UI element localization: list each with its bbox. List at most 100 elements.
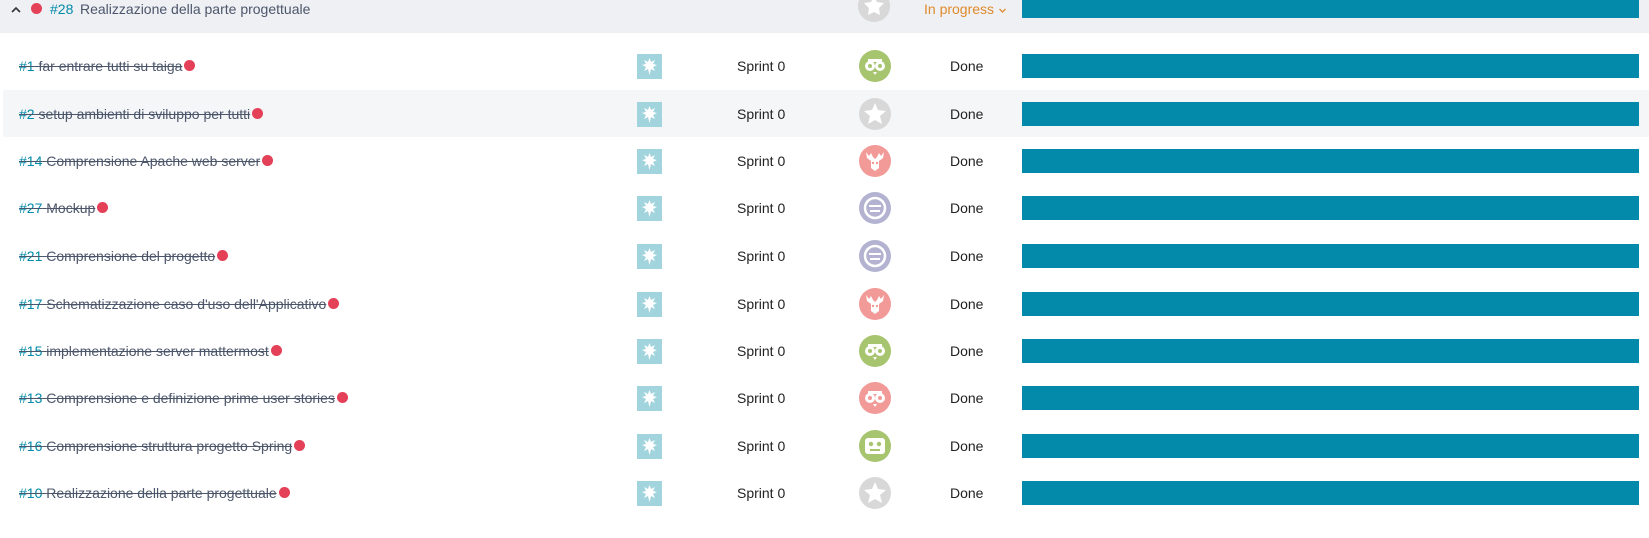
sprint-label: Sprint 0 xyxy=(737,296,786,312)
task-ref[interactable]: #10 xyxy=(19,485,42,501)
star-avatar-icon[interactable] xyxy=(859,98,891,130)
sprint-label: Sprint 0 xyxy=(737,438,786,454)
task-link[interactable]: #14 Comprensione Apache web server xyxy=(19,152,274,170)
status-label: Done xyxy=(950,58,984,74)
owl-avatar-icon[interactable] xyxy=(859,335,891,367)
status-label: Done xyxy=(950,248,984,264)
task-link[interactable]: #1 far entrare tutti su taiga xyxy=(19,57,196,75)
progress-bar xyxy=(1022,149,1639,173)
sprint-label: Sprint 0 xyxy=(737,485,786,501)
task-ref[interactable]: #21 xyxy=(19,248,42,264)
project-logo-icon xyxy=(637,339,662,364)
blocked-dot-icon xyxy=(252,107,264,119)
task-link[interactable]: #17 Schematizzazione caso d'uso dell'App… xyxy=(19,295,340,313)
task-subject[interactable]: Schematizzazione caso d'uso dell'Applica… xyxy=(46,296,326,312)
progress-bar xyxy=(1022,102,1639,126)
task-ref[interactable]: #27 xyxy=(19,200,42,216)
task-row[interactable]: #14 Comprensione Apache web server Sprint… xyxy=(3,137,1649,185)
sprint-label: Sprint 0 xyxy=(737,248,786,264)
chevron-down-icon xyxy=(998,6,1007,15)
status-label: Done xyxy=(950,343,984,359)
task-row[interactable]: #21 Comprensione del progetto Sprint 0 Don… xyxy=(3,232,1649,280)
task-ref[interactable]: #16 xyxy=(19,438,42,454)
blocked-dot-icon xyxy=(184,59,196,71)
project-logo-icon xyxy=(637,244,662,269)
task-subject[interactable]: Comprensione del progetto xyxy=(46,248,215,264)
task-link[interactable]: #13 Comprensione e definizione prime use… xyxy=(19,389,348,407)
frog-avatar-icon[interactable] xyxy=(859,430,891,462)
progress-bar xyxy=(1022,244,1639,268)
task-subject[interactable]: Mockup xyxy=(46,200,95,216)
task-subject[interactable]: implementazione server mattermost xyxy=(46,343,269,359)
sprint-label: Sprint 0 xyxy=(737,106,786,122)
task-ref[interactable]: #1 xyxy=(19,58,35,74)
cat-avatar-icon[interactable] xyxy=(859,240,891,272)
chevron-up-icon[interactable] xyxy=(9,3,23,17)
status-label: Done xyxy=(950,200,984,216)
progress-bar xyxy=(1022,386,1639,410)
project-logo-icon xyxy=(637,386,662,411)
task-subject[interactable]: setup ambienti di sviluppo per tutti xyxy=(38,106,250,122)
task-ref[interactable]: #13 xyxy=(19,390,42,406)
sprint-label: Sprint 0 xyxy=(737,58,786,74)
project-logo-icon xyxy=(637,481,662,506)
blocked-dot-icon xyxy=(262,154,274,166)
cat-avatar-icon[interactable] xyxy=(859,192,891,224)
task-row[interactable]: #13 Comprensione e definizione prime use… xyxy=(3,374,1649,422)
status-label: Done xyxy=(950,390,984,406)
task-subject[interactable]: Comprensione Apache web server xyxy=(46,153,260,169)
progress-bar xyxy=(1022,54,1639,78)
parent-story-header[interactable]: #28 Realizzazione della parte progettual… xyxy=(0,0,1649,33)
task-link[interactable]: #10 Realizzazione della parte progettual… xyxy=(19,484,290,502)
task-ref[interactable]: #15 xyxy=(19,343,42,359)
progress-bar xyxy=(1022,196,1639,220)
task-ref[interactable]: #14 xyxy=(19,153,42,169)
owl-avatar-icon[interactable] xyxy=(859,50,891,82)
status-label: Done xyxy=(950,296,984,312)
task-ref[interactable]: #17 xyxy=(19,296,42,312)
task-row[interactable]: #16 Comprensione struttura progetto Spri… xyxy=(3,422,1649,470)
task-link[interactable]: #21 Comprensione del progetto xyxy=(19,247,229,265)
blocked-dot-icon xyxy=(31,3,42,14)
task-link[interactable]: #27 Mockup xyxy=(19,199,109,217)
project-logo-icon xyxy=(637,292,662,317)
task-row[interactable]: #2 setup ambienti di sviluppo per tutti S… xyxy=(3,90,1649,138)
task-row[interactable]: #1 far entrare tutti su taiga Sprint 0 Don… xyxy=(3,42,1649,90)
task-row[interactable]: #17 Schematizzazione caso d'uso dell'App… xyxy=(3,280,1649,328)
parent-progress-bar xyxy=(1022,0,1639,18)
task-row[interactable]: #15 implementazione server mattermost Spr… xyxy=(3,327,1649,375)
task-row[interactable]: #10 Realizzazione della parte progettual… xyxy=(3,469,1649,517)
progress-bar xyxy=(1022,339,1639,363)
moose-avatar-icon[interactable] xyxy=(859,288,891,320)
task-link[interactable]: #15 implementazione server mattermost xyxy=(19,342,282,360)
task-link[interactable]: #16 Comprensione struttura progetto Spri… xyxy=(19,437,306,455)
sprint-label: Sprint 0 xyxy=(737,390,786,406)
project-logo-icon xyxy=(637,102,662,127)
parent-story-ref[interactable]: #28 xyxy=(50,0,73,18)
blocked-dot-icon xyxy=(328,297,340,309)
project-logo-icon xyxy=(637,54,662,79)
task-subject[interactable]: Realizzazione della parte progettuale xyxy=(46,485,276,501)
blocked-dot-icon xyxy=(336,391,348,403)
sprint-label: Sprint 0 xyxy=(737,343,786,359)
task-subject[interactable]: Comprensione struttura progetto Spring xyxy=(46,438,292,454)
blocked-dot-icon xyxy=(294,439,306,451)
task-subject[interactable]: Comprensione e definizione prime user st… xyxy=(46,390,335,406)
star-avatar-icon[interactable] xyxy=(859,477,891,509)
parent-story-subject[interactable]: Realizzazione della parte progettuale xyxy=(80,0,310,18)
progress-bar xyxy=(1022,292,1639,316)
task-row[interactable]: #27 Mockup Sprint 0 Done xyxy=(3,184,1649,232)
task-link[interactable]: #2 setup ambienti di sviluppo per tutti xyxy=(19,105,264,123)
owl-avatar-icon[interactable] xyxy=(859,382,891,414)
star-avatar-icon xyxy=(858,0,890,22)
progress-bar xyxy=(1022,434,1639,458)
moose-avatar-icon[interactable] xyxy=(859,145,891,177)
blocked-dot-icon xyxy=(278,486,290,498)
status-dropdown[interactable]: In progress xyxy=(924,0,1007,18)
sprint-label: Sprint 0 xyxy=(737,153,786,169)
task-ref[interactable]: #2 xyxy=(19,106,35,122)
status-label: Done xyxy=(950,153,984,169)
task-subject[interactable]: far entrare tutti su taiga xyxy=(38,58,182,74)
status-label: Done xyxy=(950,438,984,454)
status-label: Done xyxy=(950,106,984,122)
